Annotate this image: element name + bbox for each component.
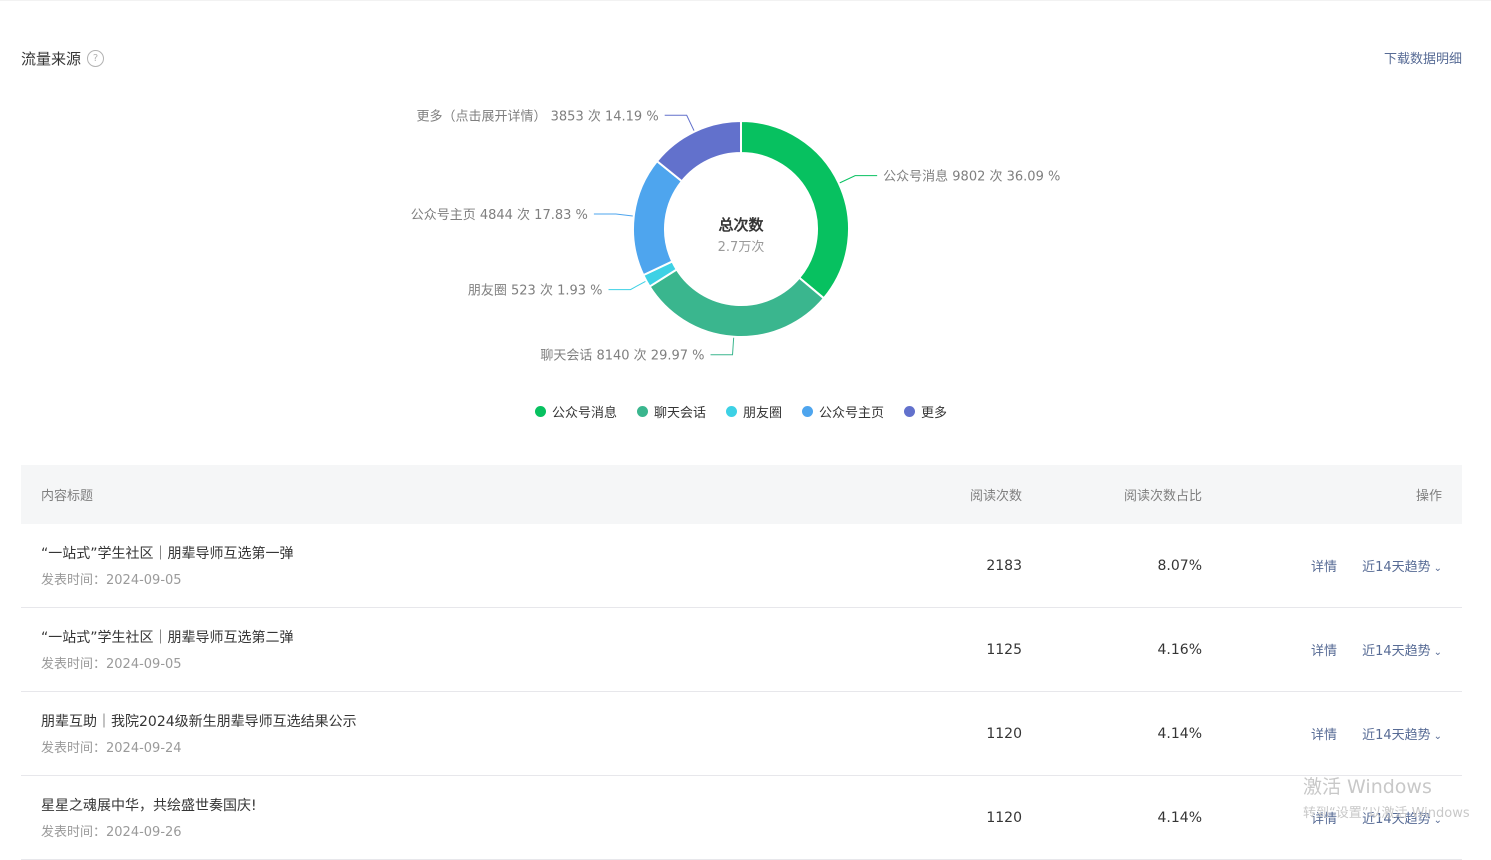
slice-label-moments: 朋友圈 523 次 1.93 %	[468, 283, 603, 299]
legend-dot	[636, 406, 648, 417]
chevron-down-icon: ⌄	[1433, 563, 1442, 574]
legend-item-chat[interactable]: 聊天会话	[636, 402, 706, 421]
article-table: 内容标题 阅读次数 阅读次数占比 操作 “一站式”学生社区｜朋辈导师互选第一弹 …	[21, 465, 1462, 860]
chevron-down-icon: ⌄	[1433, 731, 1442, 742]
leader-line-moments	[608, 280, 646, 291]
legend-item-official-homepage[interactable]: 公众号主页	[802, 402, 884, 421]
read-ratio: 8.07%	[1157, 557, 1202, 574]
leader-line-official-message	[839, 175, 878, 184]
row-actions: 详情 近14天趋势 ⌄	[1202, 556, 1462, 575]
trend-label: 近14天趋势	[1362, 644, 1431, 659]
legend-label: 朋友圈	[742, 406, 782, 421]
chart-center-value: 2.7万次	[718, 239, 765, 255]
article-date: 发表时间：2024-09-24	[41, 741, 182, 756]
row-actions: 详情 近14天趋势 ⌄	[1202, 724, 1462, 743]
article-title[interactable]: “一站式”学生社区｜朋辈导师互选第二弹	[41, 627, 872, 647]
legend-label: 聊天会话	[653, 406, 706, 421]
trend-dropdown[interactable]: 近14天趋势 ⌄	[1362, 560, 1442, 575]
legend-label: 公众号主页	[819, 406, 885, 421]
article-date: 发表时间：2024-09-05	[41, 657, 182, 672]
header-ops: 操作	[1415, 489, 1442, 504]
article-title[interactable]: 朋辈互助｜我院2024级新生朋辈导师互选结果公示	[41, 711, 872, 731]
slice-label-more[interactable]: 更多（点击展开详情） 3853 次 14.19 %	[417, 108, 659, 124]
row-title-cell: “一站式”学生社区｜朋辈导师互选第二弹 发表时间：2024-09-05	[21, 627, 872, 672]
detail-link[interactable]: 详情	[1311, 728, 1337, 743]
legend-item-more[interactable]: 更多	[904, 402, 947, 421]
slice-label-chat: 聊天会话 8140 次 29.97 %	[540, 348, 704, 364]
donut-slice-official-homepage[interactable]	[632, 159, 684, 277]
leader-line-official-homepage	[593, 213, 633, 217]
slice-label-official-homepage: 公众号主页 4844 次 17.83 %	[411, 207, 588, 223]
leader-line-chat	[710, 337, 735, 356]
read-count: 2183	[986, 557, 1022, 574]
trend-label: 近14天趋势	[1362, 812, 1431, 827]
trend-label: 近14天趋势	[1362, 728, 1431, 743]
table-row: 星星之魂展中华，共绘盛世奏国庆! 发表时间：2024-09-26 1120 4.…	[21, 776, 1462, 860]
trend-dropdown[interactable]: 近14天趋势 ⌄	[1362, 644, 1442, 659]
table-row: “一站式”学生社区｜朋辈导师互选第二弹 发表时间：2024-09-05 1125…	[21, 608, 1462, 692]
row-title-cell: “一站式”学生社区｜朋辈导师互选第一弹 发表时间：2024-09-05	[21, 543, 872, 588]
read-count: 1120	[986, 809, 1022, 826]
traffic-source-donut-chart: 公众号消息 9802 次 36.09 % 聊天会话 8140 次 29.97 % 朋…	[411, 108, 1061, 364]
read-ratio: 4.16%	[1157, 641, 1202, 658]
read-ratio: 4.14%	[1157, 725, 1202, 742]
read-ratio: 4.14%	[1157, 809, 1202, 826]
chart-legend: 公众号消息 聊天会话 朋友圈 公众号主页 更多	[0, 402, 1482, 421]
legend-label: 更多	[921, 406, 948, 421]
row-actions: 详情 近14天趋势 ⌄	[1202, 640, 1462, 659]
read-count: 1125	[986, 641, 1022, 658]
table-header: 内容标题 阅读次数 阅读次数占比 操作	[21, 465, 1462, 524]
article-date: 发表时间：2024-09-05	[41, 573, 182, 588]
table-row: “一站式”学生社区｜朋辈导师互选第一弹 发表时间：2024-09-05 2183…	[21, 524, 1462, 608]
header-ratio: 阅读次数占比	[1123, 489, 1202, 504]
chart-center-title: 总次数	[718, 216, 764, 234]
legend-item-official-message[interactable]: 公众号消息	[534, 402, 617, 421]
legend-dot	[725, 406, 737, 417]
detail-link[interactable]: 详情	[1311, 812, 1337, 827]
legend-dot	[802, 406, 813, 417]
trend-dropdown[interactable]: 近14天趋势 ⌄	[1362, 728, 1442, 743]
detail-link[interactable]: 详情	[1311, 560, 1337, 575]
chevron-down-icon: ⌄	[1433, 647, 1442, 658]
article-title[interactable]: 星星之魂展中华，共绘盛世奏国庆!	[41, 795, 872, 815]
legend-label: 公众号消息	[551, 406, 617, 421]
trend-dropdown[interactable]: 近14天趋势 ⌄	[1362, 812, 1442, 827]
slice-label-official-message: 公众号消息 9802 次 36.09 %	[883, 169, 1060, 185]
header-reads: 阅读次数	[969, 489, 1022, 504]
row-actions: 详情 近14天趋势 ⌄	[1202, 808, 1462, 827]
article-title[interactable]: “一站式”学生社区｜朋辈导师互选第一弹	[41, 543, 872, 563]
trend-label: 近14天趋势	[1362, 560, 1431, 575]
donut-slice-official-message[interactable]	[740, 119, 850, 300]
article-date: 发表时间：2024-09-26	[41, 825, 182, 840]
chevron-down-icon: ⌄	[1433, 815, 1442, 826]
row-title-cell: 星星之魂展中华，共绘盛世奏国庆! 发表时间：2024-09-26	[21, 795, 872, 840]
row-title-cell: 朋辈互助｜我院2024级新生朋辈导师互选结果公示 发表时间：2024-09-24	[21, 711, 872, 756]
legend-item-moments[interactable]: 朋友圈	[725, 402, 782, 421]
detail-link[interactable]: 详情	[1311, 644, 1337, 659]
donut-slice-chat[interactable]	[648, 268, 826, 338]
table-row: 朋辈互助｜我院2024级新生朋辈导师互选结果公示 发表时间：2024-09-24…	[21, 692, 1462, 776]
read-count: 1120	[986, 725, 1022, 742]
legend-dot	[904, 406, 916, 417]
legend-dot	[534, 406, 546, 417]
donut-slice-more[interactable]	[655, 119, 742, 183]
leader-line-more	[664, 114, 695, 131]
header-title: 内容标题	[41, 489, 94, 504]
